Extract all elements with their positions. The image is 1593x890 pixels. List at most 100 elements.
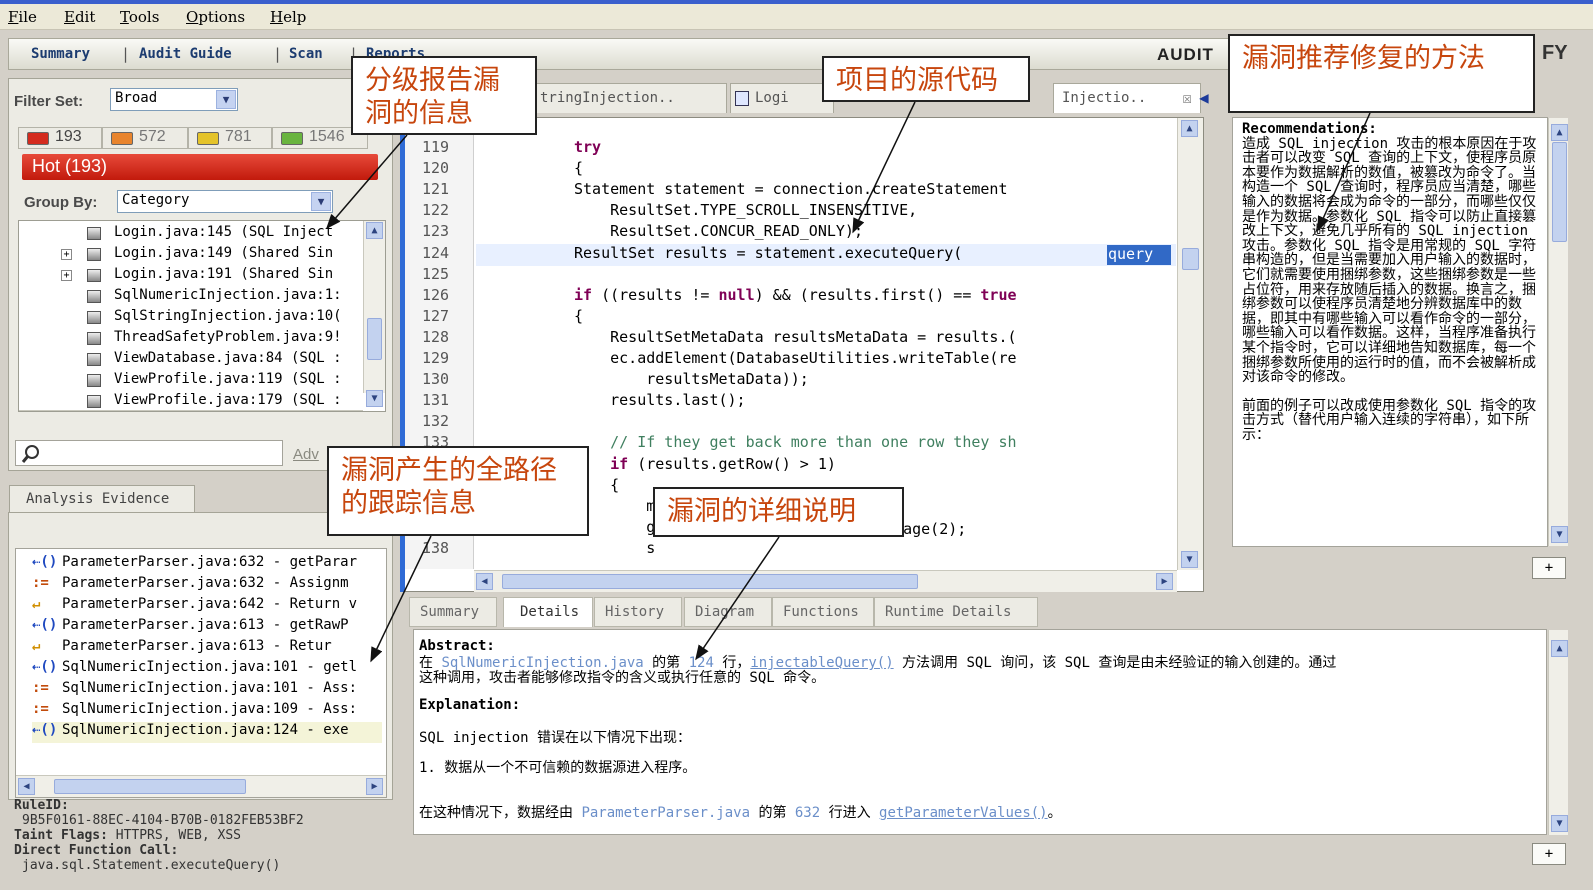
search-input[interactable]	[15, 440, 283, 466]
scroll-up-icon[interactable]: ▲	[1551, 124, 1568, 141]
menu-file[interactable]: File	[8, 8, 37, 26]
low-count: 1546	[309, 128, 345, 145]
scroll-thumb[interactable]	[367, 318, 382, 360]
rule-id-value: 9B5F0161-88EC-4104-B70B-0182FEB53BF2	[22, 813, 304, 828]
menu-help[interactable]: Help	[270, 8, 306, 26]
file-icon	[87, 332, 101, 345]
issue-row[interactable]: ThreadSafetyProblem.java:9!	[19, 328, 363, 349]
tab-sqlnumericinjection[interactable]: Injectio.. ☒	[1053, 83, 1201, 113]
add-detail-button[interactable]: +	[1532, 843, 1566, 865]
hot-issues-header[interactable]: Hot (193)	[22, 154, 378, 180]
explanation-line-3: 在这种情况下，数据经由 ParameterParser.java 的第 632 …	[419, 805, 1062, 821]
scroll-right-icon[interactable]: ▶	[339, 411, 356, 412]
evidence-row[interactable]: := SqlNumericInjection.java:109 - Ass:	[32, 701, 357, 722]
tab-history[interactable]: History	[594, 597, 682, 627]
priority-high-tab[interactable]: 572	[102, 127, 188, 149]
scroll-thumb[interactable]	[502, 574, 918, 589]
medium-count: 781	[225, 128, 252, 145]
scroll-left-icon[interactable]: ◀	[18, 778, 35, 795]
recommendations-vertical-scrollbar[interactable]: ▲ ▼	[1548, 118, 1568, 546]
expand-icon[interactable]: +	[61, 270, 72, 281]
priority-medium-tab[interactable]: 781	[188, 127, 272, 149]
nav-audit-guide[interactable]: Audit Guide	[139, 46, 232, 62]
issue-label: Login.java:149 (Shared Sin	[114, 245, 334, 261]
tab-sqlstringinjection[interactable]: tringInjection..	[531, 83, 727, 113]
trace-step-icon: ⇠()	[32, 722, 58, 738]
scroll-down-icon[interactable]: ▼	[1181, 551, 1198, 568]
issue-row[interactable]: ViewDatabase.java:84 (SQL :	[19, 349, 363, 370]
issue-row[interactable]: + Login.java:149 (Shared Sin	[19, 244, 363, 265]
tab-runtime-details[interactable]: Runtime Details	[874, 597, 1038, 627]
tab-analysis-evidence[interactable]: Analysis Evidence	[9, 485, 195, 513]
tree-horizontal-scrollbar[interactable]: ◀ ▶	[19, 410, 363, 412]
expand-icon[interactable]: +	[61, 249, 72, 260]
line-number: 125	[422, 264, 450, 283]
evidence-row[interactable]: ↵ ParameterParser.java:642 - Return v	[32, 596, 357, 617]
tab-details[interactable]: Details	[503, 597, 593, 627]
scroll-down-icon[interactable]: ▼	[1551, 815, 1568, 832]
line-number: 138	[422, 538, 450, 557]
source-file-link[interactable]: ParameterParser.java	[581, 805, 750, 821]
explanation-line-2: 1. 数据从一个不可信赖的数据源进入程序。	[419, 760, 697, 776]
tabs-overflow-icon[interactable]: ◀	[1199, 88, 1209, 107]
advanced-search-link[interactable]: Adv	[293, 446, 319, 463]
nav-summary[interactable]: Summary	[31, 46, 90, 62]
tab-summary[interactable]: Summary	[409, 597, 497, 627]
priority-critical-tab[interactable]: 193	[18, 127, 102, 149]
scroll-thumb[interactable]	[54, 779, 246, 794]
nav-bar: Summary | Audit Guide | Scan | Reports	[8, 38, 1248, 70]
filter-set-select[interactable]: Broad ▼	[110, 88, 238, 111]
add-recommendation-button[interactable]: +	[1532, 557, 1566, 579]
evidence-horizontal-scrollbar[interactable]: ◀ ▶	[16, 775, 386, 797]
scroll-left-icon[interactable]: ◀	[21, 411, 38, 412]
line-number: 127	[422, 306, 450, 325]
issue-row[interactable]: + Login.java:191 (Shared Sin	[19, 265, 363, 286]
issue-detail-tabs: Summary Details History Diagram Function…	[404, 597, 1232, 627]
issue-row[interactable]: ViewProfile.java:119 (SQL :	[19, 370, 363, 391]
selected-token: query	[1108, 245, 1154, 263]
details-vertical-scrollbar[interactable]: ▲ ▼	[1548, 630, 1568, 835]
issue-row[interactable]: SqlNumericInjection.java:1:	[19, 286, 363, 307]
evidence-row[interactable]: ⇠() ParameterParser.java:613 - getRawP	[32, 617, 349, 638]
evidence-row[interactable]: ⇠() ParameterParser.java:632 - getParar	[32, 554, 357, 575]
evidence-row[interactable]: ↵ ParameterParser.java:613 - Retur	[32, 638, 332, 659]
recommendations-paragraph-2: 前面的例子可以改成使用参数化 SQL 指令的攻击方式（替代用户输入连续的字符串）…	[1242, 397, 1537, 443]
tab-functions[interactable]: Functions	[772, 597, 874, 627]
editor-horizontal-scrollbar[interactable]: ◀ ▶	[474, 570, 1177, 592]
menu-options[interactable]: Options	[186, 8, 245, 26]
scroll-right-icon[interactable]: ▶	[366, 778, 383, 795]
tab-diagram[interactable]: Diagram	[684, 597, 772, 627]
scroll-right-icon[interactable]: ▶	[1156, 573, 1173, 590]
menu-tools[interactable]: Tools	[120, 8, 159, 26]
issue-row[interactable]: ViewProfile.java:179 (SQL :	[19, 391, 363, 411]
scroll-thumb[interactable]	[1552, 142, 1567, 242]
nav-scan[interactable]: Scan	[289, 46, 323, 62]
scroll-left-icon[interactable]: ◀	[476, 573, 493, 590]
scroll-down-icon[interactable]: ▼	[366, 390, 383, 407]
scroll-up-icon[interactable]: ▲	[1181, 120, 1198, 137]
close-icon[interactable]: ☒	[1182, 88, 1192, 107]
scroll-up-icon[interactable]: ▲	[1551, 640, 1568, 657]
issue-label: ViewProfile.java:119 (SQL :	[114, 371, 342, 387]
scroll-thumb[interactable]	[1182, 248, 1199, 270]
evidence-row[interactable]: := SqlNumericInjection.java:101 - Ass:	[32, 680, 357, 701]
group-by-select[interactable]: Category ▼	[117, 190, 333, 213]
issue-label: SqlStringInjection.java:10(	[114, 308, 342, 324]
issue-row[interactable]: Login.java:145 (SQL Inject	[19, 223, 363, 244]
evidence-label: ParameterParser.java:613 - getRawP	[62, 617, 349, 633]
menu-edit[interactable]: Edit	[64, 8, 95, 26]
tree-vertical-scrollbar[interactable]: ▲ ▼	[363, 221, 385, 407]
issue-row[interactable]: SqlStringInjection.java:10(	[19, 307, 363, 328]
function-link[interactable]: getParameterValues()	[879, 805, 1048, 821]
line-number-link[interactable]: 632	[795, 805, 820, 821]
file-icon	[87, 227, 101, 240]
code-line: ResultSet results = statement.executeQue…	[574, 243, 963, 262]
editor-vertical-scrollbar[interactable]: ▲ ▼	[1177, 118, 1203, 570]
scroll-up-icon[interactable]: ▲	[366, 222, 383, 239]
evidence-label: ParameterParser.java:613 - Retur	[62, 638, 332, 654]
evidence-row[interactable]: ⇠() SqlNumericInjection.java:124 - exe	[32, 722, 382, 743]
tab-login[interactable]: Logi	[730, 83, 834, 113]
evidence-row[interactable]: := ParameterParser.java:632 - Assignm	[32, 575, 349, 596]
evidence-row[interactable]: ⇠() SqlNumericInjection.java:101 - getl	[32, 659, 357, 680]
scroll-down-icon[interactable]: ▼	[1551, 526, 1568, 543]
